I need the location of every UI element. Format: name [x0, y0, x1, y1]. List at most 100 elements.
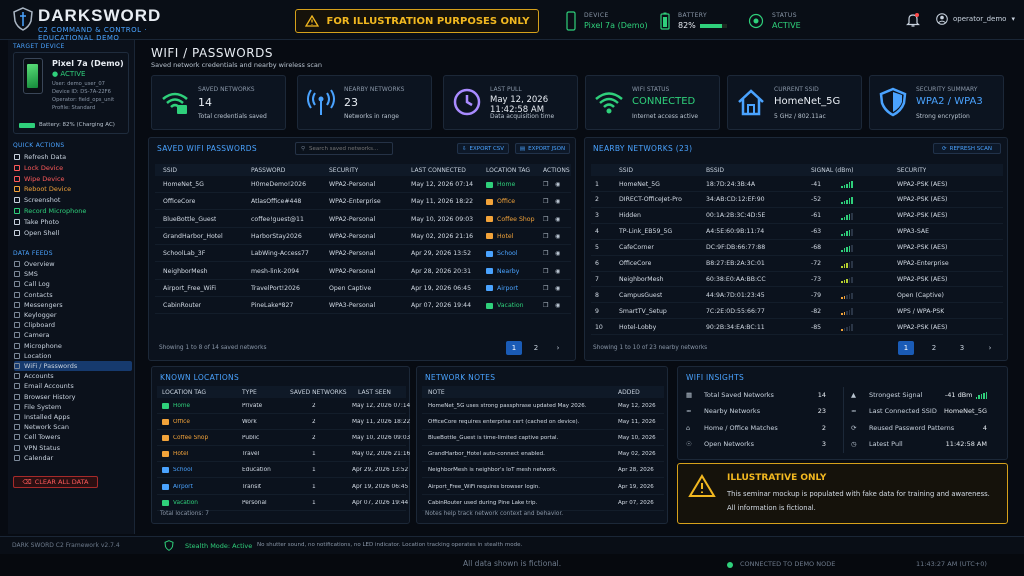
- table-row[interactable]: 8 CampusGuest 44:9A:7D:01:23:45 -79 Open (Ca…: [591, 288, 1003, 304]
- table-row[interactable]: OfficeCore AtlasOffice#448 WPA2-Enterprise…: [155, 194, 571, 211]
- sidebar-item-8[interactable]: Microphone: [14, 341, 132, 351]
- eye-icon[interactable]: ◉: [555, 285, 560, 292]
- stat-subtext: Internet access active: [632, 113, 699, 120]
- page-button[interactable]: ›: [982, 341, 998, 355]
- table-row[interactable]: Airport_Free_WiFi TravelPort!2026 Open Cap…: [155, 281, 571, 297]
- page-button[interactable]: 1: [898, 341, 914, 355]
- export-csv-button[interactable]: ⇩ EXPORT CSV: [457, 143, 509, 154]
- table-row[interactable]: 4 TP-Link_EB59_5G A4:5E:60:9B:11:74 -63 WPA3…: [591, 225, 1003, 240]
- bottom-bar: All data shown is fictional. CONNECTED T…: [0, 554, 1024, 576]
- bell-icon[interactable]: [906, 12, 920, 28]
- table-row[interactable]: 7 NeighborMesh 60:38:E0:AA:BB:CC -73 WPA2-PS…: [591, 272, 1003, 288]
- sidebar-item-3[interactable]: Contacts: [14, 290, 132, 300]
- location-tag-label: Nearby: [497, 267, 520, 275]
- sidebar-item-11[interactable]: Accounts: [14, 371, 132, 381]
- location-tag: Vacation: [486, 302, 524, 309]
- quick-action-4[interactable]: Screenshot: [14, 195, 132, 205]
- table-row[interactable]: 6 OfficeCore B8:27:EB:2A:3C:01 -72 WPA2-Ente…: [591, 257, 1003, 272]
- table-row[interactable]: 1 HomeNet_5G 18:7D:24:3B:4A -41 WPA2-PSK (AE…: [591, 177, 1003, 192]
- sidebar-item-4[interactable]: Messengers: [14, 300, 132, 310]
- signal-bar: [841, 233, 843, 236]
- page-button[interactable]: 2: [528, 341, 544, 355]
- sidebar-item-18[interactable]: VPN Status: [14, 443, 132, 453]
- sidebar-item-13[interactable]: Browser History: [14, 392, 132, 402]
- sidebar-item-14[interactable]: File System: [14, 402, 132, 412]
- export-json-button[interactable]: ▤ EXPORT JSON: [515, 143, 570, 154]
- list-item[interactable]: Home Private 2 May 12, 2026 07:14: [157, 399, 410, 414]
- page-button[interactable]: ›: [550, 341, 566, 355]
- quick-action-0[interactable]: Refresh Data: [14, 152, 132, 162]
- copy-icon[interactable]: ❐: [543, 268, 549, 275]
- page-button[interactable]: 1: [506, 341, 522, 355]
- table-row[interactable]: BlueBottle_Guest coffee!guest@11 WPA2-Pers…: [155, 212, 571, 228]
- eye-icon[interactable]: ◉: [555, 268, 560, 275]
- list-item[interactable]: School Education 1 Apr 29, 2026 13:52: [157, 463, 408, 479]
- location-tag-label: Office: [173, 419, 190, 426]
- sidebar-item-19[interactable]: Calendar: [14, 453, 132, 463]
- sidebar-item-12[interactable]: Email Accounts: [14, 381, 132, 391]
- table-row[interactable]: 2 DIRECT-OfficeJet-Pro 34:AB:CD:12:EF:90 -5…: [591, 193, 1003, 208]
- quick-action-3[interactable]: Reboot Device: [14, 184, 132, 194]
- table-row[interactable]: NeighborMesh mesh-link-2094 WPA2-Personal A…: [155, 264, 571, 280]
- table-row[interactable]: HomeNet_5G H0meDemo!2026 WPA2-Personal May …: [155, 177, 571, 193]
- copy-icon[interactable]: ❐: [543, 250, 549, 257]
- list-item[interactable]: Vacation Personal 1 Apr 07, 2026 19:44: [157, 496, 408, 511]
- sidebar-item-15[interactable]: Installed Apps: [14, 412, 132, 422]
- table-row[interactable]: CabinRouter PineLake*827 WPA3-Personal Apr …: [155, 298, 571, 315]
- table-row[interactable]: 5 CafeCorner DC:9F:DB:66:77:88 -68 WPA2-PSK …: [591, 241, 1003, 256]
- table-row[interactable]: 9 SmartTV_Setup 7C:2E:0D:55:66:77 -82 WPS / …: [591, 304, 1003, 320]
- table-row[interactable]: SchoolLab_3F LabWing-Access77 WPA2-Persona…: [155, 246, 571, 263]
- sidebar-item-17[interactable]: Cell Towers: [14, 432, 132, 442]
- quick-action-5[interactable]: Record Microphone: [14, 206, 132, 216]
- table-row[interactable]: 3 Hidden 00:1A:2B:3C:4D:5E -61 WPA2-PSK (AES…: [591, 209, 1003, 224]
- quick-action-7[interactable]: Open Shell: [14, 228, 132, 238]
- sidebar-item-1[interactable]: SMS: [14, 269, 132, 279]
- eye-icon[interactable]: ◉: [555, 198, 560, 205]
- device-card[interactable]: Pixel 7a (Demo) ● ACTIVE User: demo_user…: [13, 52, 129, 134]
- sidebar-item-2[interactable]: Call Log: [14, 279, 132, 289]
- quick-action-1[interactable]: Lock Device: [14, 163, 132, 173]
- list-item[interactable]: Coffee Shop Public 2 May 10, 2026 09:03: [157, 431, 410, 447]
- list-item[interactable]: Airport Transit 1 Apr 19, 2026 06:45: [157, 480, 408, 495]
- signal-bar: [846, 263, 848, 268]
- table-row[interactable]: 10 Hotel-Lobby 90:2B:34:EA:BC:11 -85 WPA2-PS…: [591, 320, 1003, 336]
- sidebar-item-6[interactable]: Clipboard: [14, 320, 132, 330]
- copy-icon[interactable]: ❐: [543, 233, 549, 240]
- sidebar-item-16[interactable]: Network Scan: [14, 422, 132, 432]
- copy-icon[interactable]: ❐: [543, 302, 549, 309]
- avatar-icon: [936, 13, 948, 25]
- eye-icon[interactable]: ◉: [555, 250, 560, 257]
- sidebar-item-label: Email Accounts: [24, 382, 74, 391]
- insight-value: 14: [817, 391, 826, 399]
- eye-icon[interactable]: ◉: [555, 216, 560, 223]
- sidebar-item-7[interactable]: Camera: [14, 330, 132, 340]
- sidebar-item-9[interactable]: Location: [14, 351, 132, 361]
- quick-action-6[interactable]: Take Photo: [14, 217, 132, 227]
- signal-bars-icon: [841, 324, 853, 332]
- sidebar-item-10[interactable]: WiFi / Passwords: [14, 361, 132, 371]
- copy-icon[interactable]: ❐: [543, 216, 549, 223]
- clear-all-button[interactable]: ⌫ CLEAR ALL DATA: [13, 476, 98, 488]
- quick-action-2[interactable]: Wipe Device: [14, 174, 132, 184]
- sidebar-item-5[interactable]: Keylogger: [14, 310, 132, 320]
- copy-icon[interactable]: ❐: [543, 181, 549, 188]
- signal-bar: [843, 184, 845, 188]
- sidebar-item-0[interactable]: Overview: [14, 259, 132, 269]
- table-row[interactable]: GrandHarbor_Hotel HarborStay2026 WPA2-Pers…: [155, 229, 571, 245]
- copy-icon[interactable]: ❐: [543, 285, 549, 292]
- saved-search[interactable]: ⚲: [295, 142, 393, 155]
- list-item[interactable]: Hotel Travel 1 May 02, 2026 21:16: [157, 447, 410, 463]
- signal-bar: [841, 217, 843, 220]
- eye-icon[interactable]: ◉: [555, 233, 560, 240]
- eye-icon[interactable]: ◉: [555, 302, 560, 309]
- note-text: CabinRouter used during Pine Lake trip.: [428, 499, 538, 506]
- insight-label: Last Connected SSID: [869, 407, 937, 416]
- copy-icon[interactable]: ❐: [543, 198, 549, 205]
- page-button[interactable]: 2: [926, 341, 942, 355]
- search-input[interactable]: [309, 145, 390, 152]
- list-item[interactable]: Office Work 2 May 11, 2026 18:22: [157, 415, 410, 431]
- page-button[interactable]: 3: [954, 341, 970, 355]
- user-menu[interactable]: operator_demo ▾: [936, 13, 1015, 25]
- refresh-scan-button[interactable]: ⟳ REFRESH SCAN: [933, 143, 1001, 154]
- eye-icon[interactable]: ◉: [555, 181, 560, 188]
